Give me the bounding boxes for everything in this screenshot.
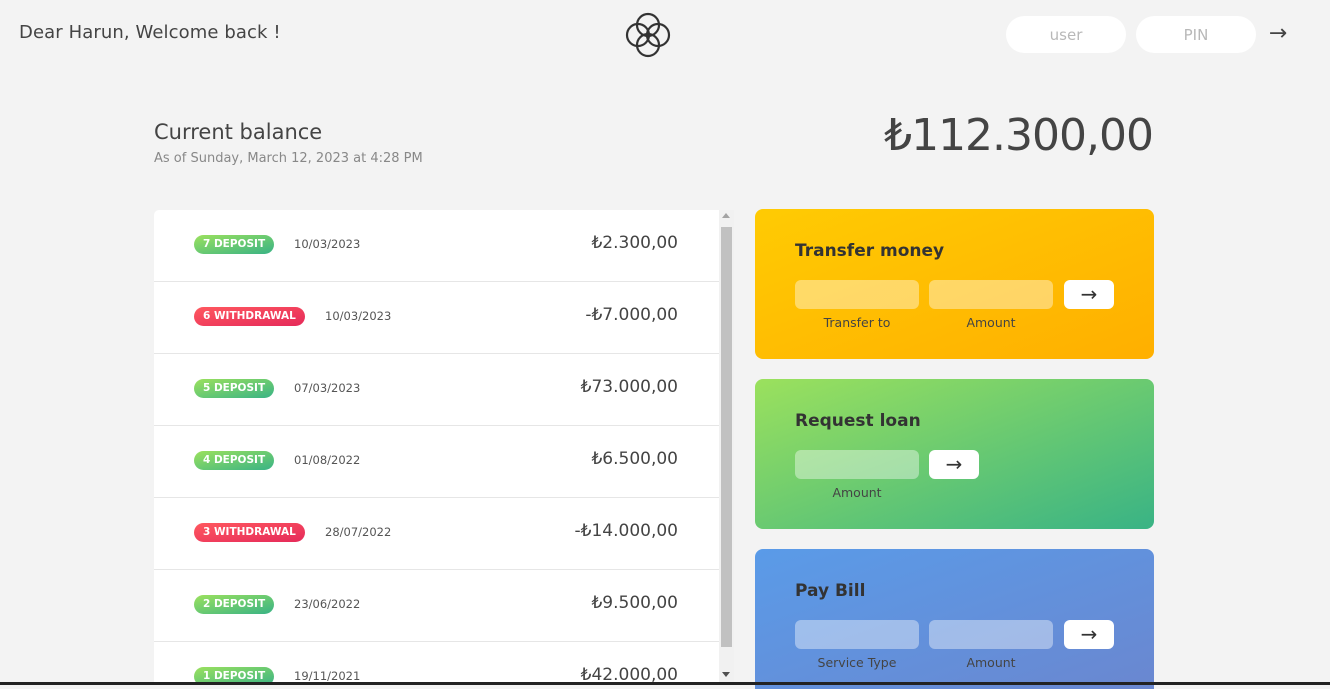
loan-amount-label: Amount — [832, 485, 882, 500]
movement-row: 4 deposit 01/08/2022 ₺6.500,00 — [154, 426, 719, 498]
movement-type-badge: 7 deposit — [194, 235, 275, 254]
loan-title: Request loan — [795, 411, 921, 431]
scroll-thumb[interactable] — [721, 227, 732, 647]
transfer-title: Transfer money — [795, 241, 945, 261]
bill-submit-button[interactable]: → — [1064, 620, 1114, 649]
bill-amount-input[interactable] — [929, 620, 1053, 649]
balance-value: ₺112.300,00 — [884, 110, 1154, 161]
movement-date: 07/03/2023 — [294, 381, 361, 395]
scroll-up-icon[interactable] — [722, 213, 730, 218]
movement-row: 7 deposit 10/03/2023 ₺2.300,00 — [154, 210, 719, 282]
loan-submit-button[interactable]: → — [929, 450, 979, 479]
bill-service-input[interactable] — [795, 620, 919, 649]
movement-date: 10/03/2023 — [325, 309, 392, 323]
movement-value: ₺6.500,00 — [591, 449, 678, 469]
bill-title: Pay Bill — [795, 581, 866, 601]
movement-type-badge: 3 withdrawal — [194, 523, 305, 542]
logo-icon — [625, 12, 671, 58]
movement-value: ₺9.500,00 — [591, 593, 678, 613]
bill-service-label: Service Type — [817, 655, 897, 670]
scroll-down-icon[interactable] — [722, 672, 730, 677]
movement-date: 28/07/2022 — [325, 525, 392, 539]
movement-value: ₺73.000,00 — [580, 377, 678, 397]
transfer-amount-label: Amount — [966, 315, 1016, 330]
login-button[interactable]: → — [1264, 20, 1292, 48]
movement-value: -₺14.000,00 — [574, 521, 678, 541]
top-nav: Dear Harun, Welcome back ! → — [0, 0, 1330, 70]
movement-type-badge: 2 deposit — [194, 595, 275, 614]
movement-row: 6 withdrawal 10/03/2023 -₺7.000,00 — [154, 282, 719, 354]
movement-value: -₺7.000,00 — [585, 305, 678, 325]
movements-scrollbar[interactable] — [719, 210, 734, 685]
login-pin-input[interactable] — [1136, 16, 1256, 53]
movement-date: 10/03/2023 — [294, 237, 361, 251]
movement-row: 5 deposit 07/03/2023 ₺73.000,00 — [154, 354, 719, 426]
login-user-input[interactable] — [1006, 16, 1126, 53]
movement-value: ₺2.300,00 — [591, 233, 678, 253]
welcome-message: Dear Harun, Welcome back ! — [19, 22, 281, 43]
movement-row: 1 deposit 19/11/2021 ₺42.000,00 — [154, 642, 719, 685]
movement-date: 01/08/2022 — [294, 453, 361, 467]
movement-date: 23/06/2022 — [294, 597, 361, 611]
balance-date: As of Sunday, March 12, 2023 at 4:28 PM — [154, 151, 423, 166]
transfer-card: Transfer money → Transfer to Amount — [755, 209, 1154, 359]
movements-list[interactable]: 7 deposit 10/03/2023 ₺2.300,00 6 withdrawal… — [154, 210, 719, 685]
transfer-to-label: Transfer to — [823, 315, 891, 330]
movement-type-badge: 5 deposit — [194, 379, 275, 398]
transfer-amount-input[interactable] — [929, 280, 1053, 309]
transfer-to-input[interactable] — [795, 280, 919, 309]
loan-card: Request loan → Amount — [755, 379, 1154, 529]
balance-label: Current balance — [154, 120, 323, 144]
movement-type-badge: 4 deposit — [194, 451, 275, 470]
bill-card: Pay Bill → Service Type Amount — [755, 549, 1154, 689]
movement-date: 19/11/2021 — [294, 669, 361, 683]
movement-type-badge: 6 withdrawal — [194, 307, 305, 326]
movement-row: 2 deposit 23/06/2022 ₺9.500,00 — [154, 570, 719, 642]
bill-amount-label: Amount — [966, 655, 1016, 670]
transfer-submit-button[interactable]: → — [1064, 280, 1114, 309]
loan-amount-input[interactable] — [795, 450, 919, 479]
movement-row: 3 withdrawal 28/07/2022 -₺14.000,00 — [154, 498, 719, 570]
